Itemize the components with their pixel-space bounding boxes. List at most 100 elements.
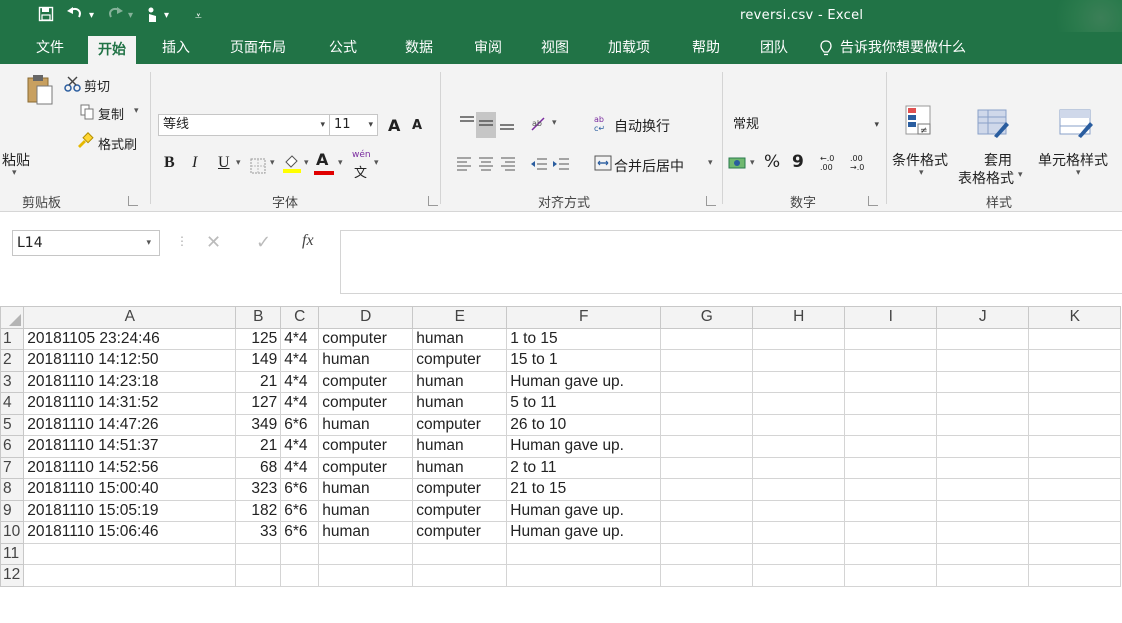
redo-icon[interactable] [106, 6, 124, 26]
cell-j[interactable] [936, 456, 1030, 479]
cell-j[interactable] [936, 370, 1030, 393]
cell-g[interactable] [660, 370, 754, 393]
column-header-c[interactable]: C [280, 306, 320, 329]
cell-styles-dropdown-icon[interactable]: ▾ [1076, 168, 1081, 178]
cell-d[interactable]: human [318, 521, 414, 544]
cell-f[interactable]: 21 to 15 [506, 478, 662, 501]
cell-b[interactable]: 127 [235, 392, 282, 415]
row-header[interactable]: 11 [0, 542, 25, 565]
align-right-icon[interactable] [500, 156, 516, 176]
cell-b[interactable]: 182 [235, 499, 282, 522]
column-header-f[interactable]: F [506, 306, 662, 329]
more-options-icon[interactable]: ⋮ [176, 234, 188, 248]
cell-b[interactable]: 349 [235, 413, 282, 436]
cell-a[interactable]: 20181110 14:31:52 [23, 392, 237, 415]
cell-d[interactable]: computer [318, 327, 414, 350]
cell-e[interactable]: human [412, 327, 508, 350]
column-header-i[interactable]: I [844, 306, 938, 329]
cell-j[interactable] [936, 392, 1030, 415]
row-header[interactable]: 6 [0, 435, 25, 458]
cell-k[interactable] [1028, 542, 1122, 565]
cell-g[interactable] [660, 499, 754, 522]
orientation-icon[interactable]: ab [530, 116, 548, 136]
name-box[interactable]: L14 ▾ [12, 230, 160, 256]
cell-f[interactable]: Human gave up. [506, 435, 662, 458]
align-left-icon[interactable] [456, 156, 472, 176]
cell-f[interactable]: Human gave up. [506, 499, 662, 522]
alignment-launcher-icon[interactable] [706, 196, 716, 206]
cell-e[interactable]: human [412, 370, 508, 393]
cell-i[interactable] [844, 370, 938, 393]
cell-f[interactable]: 26 to 10 [506, 413, 662, 436]
align-bottom-icon[interactable] [498, 114, 516, 136]
cell-b[interactable]: 68 [235, 456, 282, 479]
cell-h[interactable] [752, 564, 846, 587]
cell-e[interactable] [412, 542, 508, 565]
row-header[interactable]: 10 [0, 521, 25, 544]
cell-j[interactable] [936, 478, 1030, 501]
format-painter-button[interactable]: 格式刷 [98, 134, 137, 153]
column-header-d[interactable]: D [318, 306, 414, 329]
cell-k[interactable] [1028, 456, 1122, 479]
undo-icon[interactable] [66, 6, 84, 26]
cell-e[interactable]: computer [412, 478, 508, 501]
copy-button[interactable]: 复制 [98, 104, 124, 123]
cell-a[interactable]: 20181110 15:00:40 [23, 478, 237, 501]
comma-button[interactable]: 9 [792, 152, 804, 172]
cell-h[interactable] [752, 456, 846, 479]
cell-g[interactable] [660, 349, 754, 372]
cell-a[interactable]: 20181110 14:47:26 [23, 413, 237, 436]
row-header[interactable]: 3 [0, 370, 25, 393]
cell-j[interactable] [936, 327, 1030, 350]
cell-i[interactable] [844, 499, 938, 522]
orientation-dropdown-icon[interactable]: ▾ [552, 118, 557, 128]
cell-c[interactable]: 4*4 [280, 392, 320, 415]
cell-f[interactable]: 15 to 1 [506, 349, 662, 372]
cell-c[interactable]: 4*4 [280, 435, 320, 458]
phonetic-guide-button[interactable]: 文 [354, 162, 367, 181]
column-header-j[interactable]: J [936, 306, 1030, 329]
cell-k[interactable] [1028, 521, 1122, 544]
touch-dropdown-icon[interactable]: ▾ [164, 6, 169, 26]
paste-icon[interactable] [26, 72, 54, 110]
tab-insert[interactable]: 插入 [162, 32, 190, 64]
cell-h[interactable] [752, 521, 846, 544]
insert-function-icon[interactable]: fx [302, 232, 314, 250]
format-table-dropdown-icon[interactable]: ▾ [1018, 170, 1023, 180]
cell-f[interactable]: Human gave up. [506, 370, 662, 393]
cell-j[interactable] [936, 564, 1030, 587]
font-color-dropdown-icon[interactable]: ▾ [338, 158, 343, 168]
underline-dropdown-icon[interactable]: ▾ [236, 158, 241, 168]
cell-d[interactable]: computer [318, 370, 414, 393]
row-header[interactable]: 1 [0, 327, 25, 350]
paste-dropdown-icon[interactable]: ▾ [12, 168, 17, 178]
cell-e[interactable] [412, 564, 508, 587]
cell-styles-button[interactable]: 单元格样式 [1038, 150, 1108, 170]
cell-c[interactable]: 6*6 [280, 499, 320, 522]
formula-input[interactable] [340, 230, 1122, 294]
italic-button[interactable]: I [192, 154, 197, 172]
accounting-dropdown-icon[interactable]: ▾ [750, 158, 755, 168]
cell-f[interactable]: 1 to 15 [506, 327, 662, 350]
cell-e[interactable]: human [412, 392, 508, 415]
font-size-select[interactable]: 11 ▾ [330, 114, 378, 136]
cell-a[interactable]: 20181110 14:23:18 [23, 370, 237, 393]
fill-color-icon[interactable] [282, 152, 302, 178]
select-all-corner[interactable] [0, 306, 25, 329]
cell-d[interactable]: human [318, 499, 414, 522]
cell-h[interactable] [752, 392, 846, 415]
cell-j[interactable] [936, 499, 1030, 522]
cell-b[interactable] [235, 564, 282, 587]
cut-button[interactable]: 剪切 [84, 76, 110, 95]
cell-k[interactable] [1028, 564, 1122, 587]
cell-h[interactable] [752, 327, 846, 350]
cell-a[interactable] [23, 542, 237, 565]
phonetic-top-text[interactable]: wén [352, 150, 371, 160]
cell-g[interactable] [660, 456, 754, 479]
cell-e[interactable]: computer [412, 413, 508, 436]
wrap-text-button[interactable]: 自动换行 [614, 116, 670, 136]
cell-i[interactable] [844, 327, 938, 350]
cell-b[interactable]: 125 [235, 327, 282, 350]
align-center-icon[interactable] [478, 156, 494, 176]
cell-b[interactable]: 323 [235, 478, 282, 501]
